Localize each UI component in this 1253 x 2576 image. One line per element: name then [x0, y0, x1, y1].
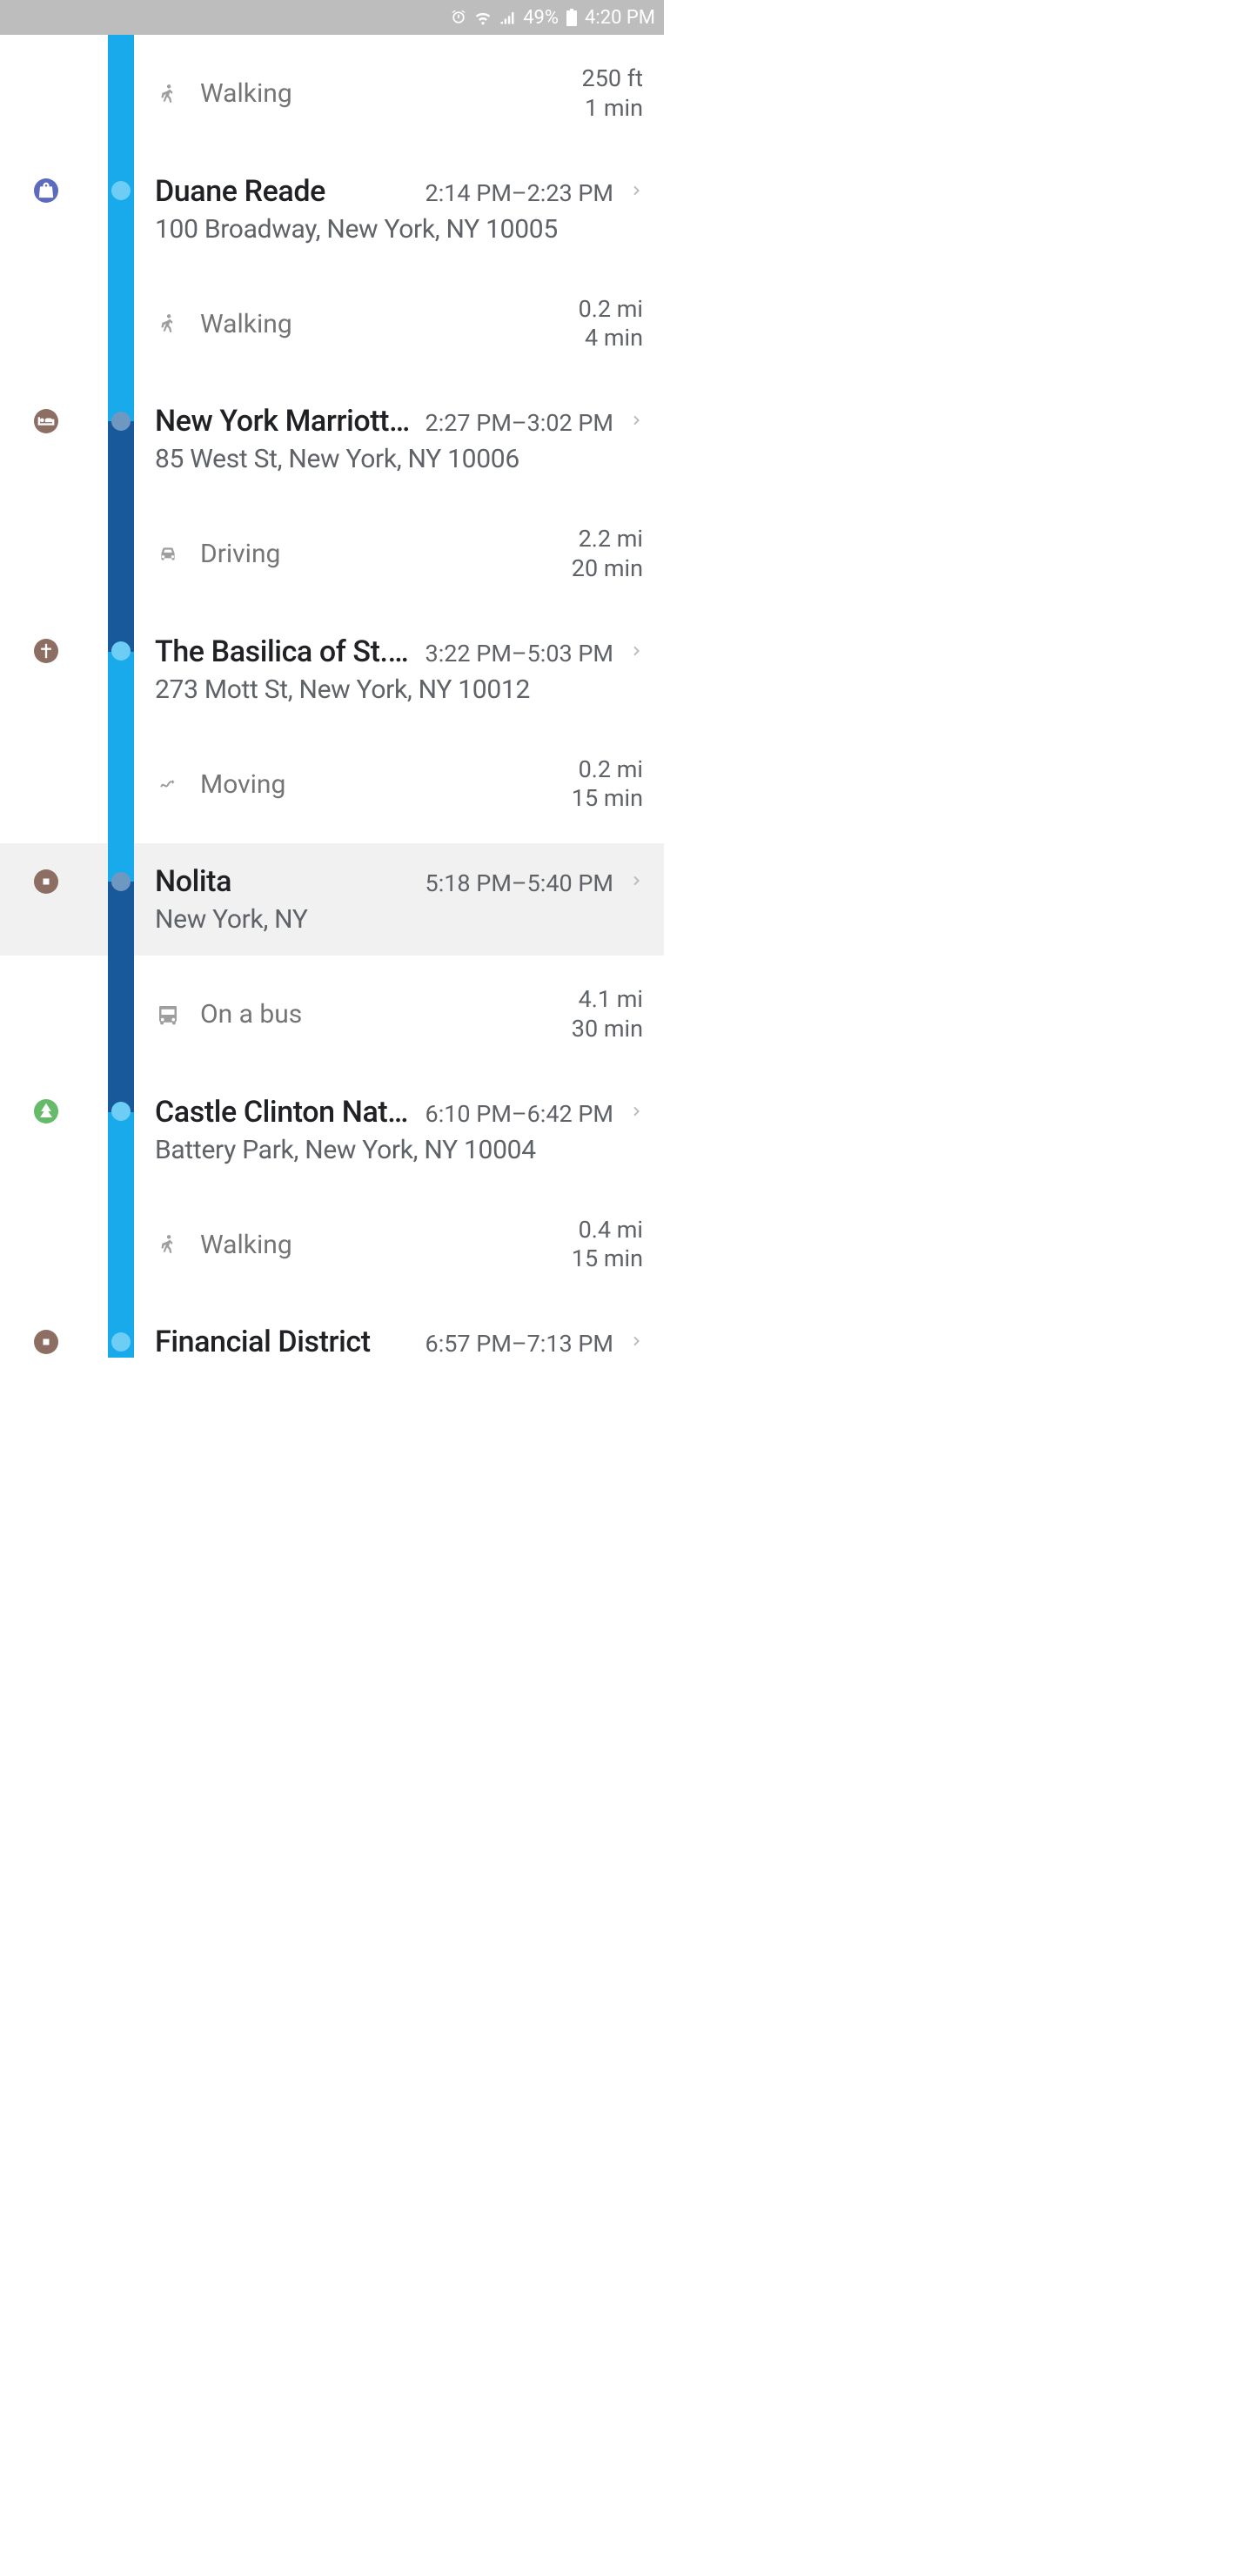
chevron-right-icon [629, 1098, 643, 1129]
chevron-right-icon [629, 868, 643, 898]
walking-icon [155, 1231, 181, 1258]
place-name: Duane Reade [155, 174, 415, 209]
hotel-icon [23, 399, 69, 444]
walking-icon [155, 311, 181, 337]
place-name: Castle Clinton National… [155, 1095, 415, 1130]
generic-icon [23, 1319, 69, 1358]
timeline-place[interactable]: Nolita 5:18 PM–5:40 PM New York, NY [0, 843, 664, 956]
timeline-dot [111, 412, 131, 431]
timeline-place[interactable]: Castle Clinton National… 6:10 PM–6:42 PM B… [0, 1074, 664, 1186]
timeline-scroll[interactable]: Walking 250 ft1 min Duane Reade 2:14 PM–2:2… [0, 35, 664, 1358]
timeline-move[interactable]: Walking 0.2 mi4 min [0, 265, 664, 384]
place-timerange: 2:27 PM–3:02 PM [425, 409, 613, 437]
chevron-right-icon [629, 1328, 643, 1358]
place-address: 273 Mott St, New York, NY 10012 [155, 674, 643, 705]
timeline-place[interactable]: Duane Reade 2:14 PM–2:23 PM 100 Broadway, … [0, 153, 664, 265]
chevron-right-icon [629, 407, 643, 438]
move-duration: 15 min [572, 1244, 643, 1274]
signal-icon [499, 9, 516, 26]
place-address: Battery Park, New York, NY 10004 [155, 1135, 643, 1165]
timeline-dot [111, 1102, 131, 1121]
move-distance: 0.2 mi [579, 295, 643, 325]
move-mode-label: On a bus [200, 999, 302, 1030]
place-address: New York, NY [155, 904, 643, 935]
move-duration: 15 min [572, 784, 643, 814]
move-duration: 20 min [572, 554, 643, 584]
wifi-icon [474, 9, 492, 26]
bus-icon [155, 1002, 181, 1028]
move-distance: 250 ft [582, 64, 643, 94]
place-address: 85 West St, New York, NY 10006 [155, 444, 643, 474]
place-timerange: 6:10 PM–6:42 PM [425, 1100, 613, 1128]
timeline-move[interactable]: Driving 2.2 mi20 min [0, 495, 664, 614]
move-mode-label: Walking [200, 78, 292, 109]
status-bar: 49% 4:20 PM [0, 0, 664, 35]
move-duration: 4 min [579, 324, 643, 353]
place-timerange: 5:18 PM–5:40 PM [425, 869, 613, 897]
timeline-move[interactable]: Moving 0.2 mi15 min [0, 726, 664, 844]
timeline-line [108, 35, 134, 1358]
timeline-move[interactable]: Walking 0.4 mi15 min [0, 1186, 664, 1305]
place-timerange: 3:22 PM–5:03 PM [425, 640, 613, 667]
timeline-move[interactable]: Walking 250 ft1 min [0, 35, 664, 153]
move-distance: 4.1 mi [572, 985, 643, 1015]
move-distance: 0.4 mi [572, 1216, 643, 1245]
generic-icon [23, 859, 69, 904]
alarm-icon [450, 9, 467, 26]
place-name: Nolita [155, 864, 415, 899]
timeline-line-dark [108, 421, 134, 652]
timeline-dot [111, 1332, 131, 1352]
place-name: The Basilica of St. Patr… [155, 634, 415, 669]
move-mode-label: Walking [200, 309, 292, 339]
battery-percent: 49% [523, 7, 559, 29]
park-icon [23, 1089, 69, 1134]
move-duration: 30 min [572, 1015, 643, 1044]
shopping-icon [23, 168, 69, 213]
driving-icon [155, 543, 181, 566]
move-distance: 2.2 mi [572, 525, 643, 554]
place-address: 100 Broadway, New York, NY 10005 [155, 214, 643, 245]
chevron-right-icon [629, 638, 643, 668]
timeline-dot [111, 181, 131, 200]
timeline-place[interactable]: New York Marriott Do… 2:27 PM–3:02 PM 85 W… [0, 383, 664, 495]
place-timerange: 2:14 PM–2:23 PM [425, 179, 613, 207]
timeline-line-dark [108, 882, 134, 1112]
move-mode-label: Moving [200, 769, 285, 800]
walking-icon [155, 81, 181, 107]
place-name: Financial District [155, 1325, 415, 1358]
place-timerange: 6:57 PM–7:13 PM [425, 1330, 613, 1358]
battery-icon [566, 9, 578, 26]
worship-icon [23, 628, 69, 674]
place-name: New York Marriott Do… [155, 404, 415, 439]
timeline-dot [111, 641, 131, 661]
move-mode-label: Driving [200, 539, 280, 569]
moving-icon [155, 775, 181, 793]
timeline-place[interactable]: Financial District6:57 PM–7:13 PMNew Yor… [0, 1304, 664, 1358]
chevron-right-icon [629, 178, 643, 208]
timeline-dot [111, 872, 131, 891]
move-mode-label: Walking [200, 1230, 292, 1260]
timeline-move[interactable]: On a bus 4.1 mi30 min [0, 956, 664, 1074]
timeline-list: Walking 250 ft1 min Duane Reade 2:14 PM–2:2… [0, 35, 664, 1358]
move-duration: 1 min [582, 94, 643, 124]
status-clock: 4:20 PM [585, 7, 655, 29]
move-distance: 0.2 mi [572, 755, 643, 785]
timeline-place[interactable]: The Basilica of St. Patr… 3:22 PM–5:03 PM… [0, 614, 664, 726]
